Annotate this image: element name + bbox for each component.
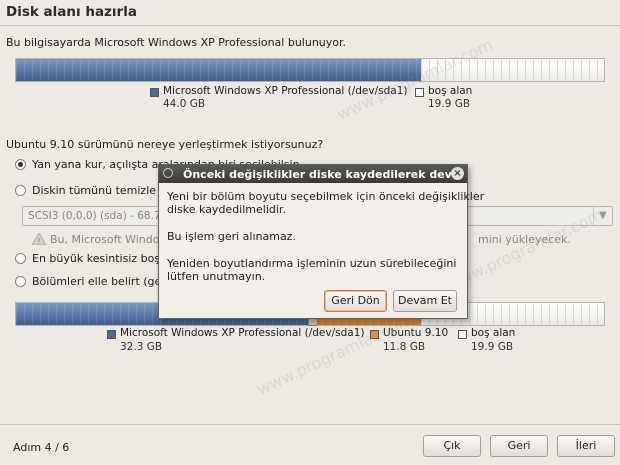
free-color-swatch [415,88,424,97]
close-icon[interactable]: × [451,167,464,180]
new-legend-free-size: 19.9 GB [471,341,514,353]
current-partition-legend: Microsoft Windows XP Professional (/dev/… [0,84,620,114]
detected-os-text: Bu bilgisayarda Microsoft Windows XP Pro… [6,36,347,49]
dialog-line-2: diske kaydedilmelidir. [167,203,286,216]
new-legend-xp-label: Microsoft Windows XP Professional (/dev/… [120,327,365,339]
legend-xp-size: 44.0 GB [163,98,206,110]
dialog-line-3: Bu işlem geri alınamaz. [167,230,296,243]
new-xp-color-swatch [107,330,116,339]
legend-free-label: boş alan [428,85,473,97]
window-menu-icon[interactable] [163,168,173,178]
resize-confirm-dialog: Önceki değişiklikler diske kaydedilerek … [158,164,484,319]
footer-divider [0,424,620,425]
dialog-line-1: Yeni bir bölüm boyutu seçebilmek için ön… [167,190,485,203]
forward-button[interactable]: İleri [557,435,615,457]
new-legend-ubuntu-size: 11.8 GB [383,341,426,353]
new-legend-xp-size: 32.3 GB [120,341,163,353]
continue-button[interactable]: Devam Et [393,290,457,312]
radio-largest-free[interactable] [15,253,26,264]
dialog-titlebar[interactable]: Önceki değişiklikler diske kaydedilerek … [159,165,467,183]
warning-icon: ! [31,232,47,246]
dialog-line-4: Yeniden boyutlandırma işleminin uzun sür… [167,257,457,270]
xp-color-swatch [150,88,159,97]
install-question: Ubuntu 9.10 sürümünü nereye yerleştirmek… [6,138,324,151]
back-button[interactable]: Geri [490,435,548,457]
radio-manual[interactable] [15,276,26,287]
title-divider [0,25,620,26]
new-partition-legend: Microsoft Windows XP Professional (/dev/… [0,327,620,357]
radio-side-by-side[interactable] [15,159,26,170]
current-xp-segment [16,59,422,81]
new-free-color-swatch [458,330,467,339]
new-legend-free-label: boş alan [471,327,516,339]
radio-erase-disk[interactable] [15,185,26,196]
dialog-title: Önceki değişiklikler diske kaydedilerek … [183,168,452,181]
current-partition-bar [15,58,605,82]
svg-text:!: ! [37,237,40,245]
quit-button[interactable]: Çık [423,435,481,457]
legend-free-size: 19.9 GB [428,98,471,110]
go-back-button[interactable]: Geri Dön [324,290,387,312]
page-title: Disk alanı hazırla [6,4,137,20]
dialog-line-5: lütfen unutmayın. [167,270,266,283]
step-indicator: Adım 4 / 6 [13,441,70,454]
